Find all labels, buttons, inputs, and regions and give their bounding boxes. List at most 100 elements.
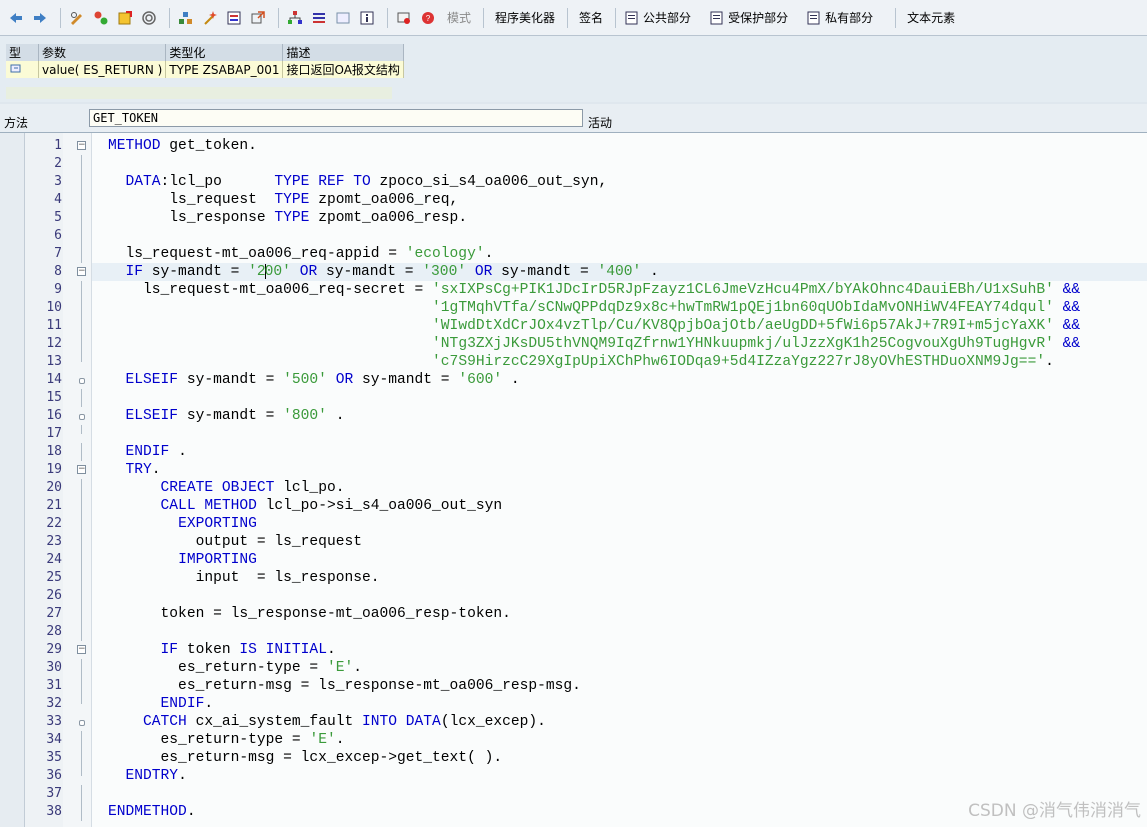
code-text[interactable]: 'WIwdDtXdCrJOx4vzTlp/Cu/KV8QpjbOajOtb/ae… xyxy=(108,317,1080,335)
code-text[interactable]: 'NTg3ZXjJKsDU5thVNQM9IqZfrnw1YHNkuupmkj/… xyxy=(108,335,1080,353)
code-text[interactable]: IF token IS INITIAL. xyxy=(108,641,336,659)
fold-toggle-icon[interactable]: − xyxy=(77,141,86,150)
code-text[interactable]: EXPORTING xyxy=(108,515,257,533)
code-line[interactable]: 29 − IF token IS INITIAL. xyxy=(0,641,1147,659)
object-list-button[interactable] xyxy=(224,6,244,30)
code-text[interactable]: CREATE OBJECT lcl_po. xyxy=(108,479,345,497)
code-line[interactable]: 30 es_return-type = 'E'. xyxy=(0,659,1147,677)
code-line[interactable]: 19 − TRY. xyxy=(0,461,1147,479)
code-text[interactable]: CALL METHOD lcl_po->si_s4_oa006_out_syn xyxy=(108,497,503,515)
code-text[interactable]: es_return-msg = lcx_excep->get_text( ). xyxy=(108,749,503,767)
magic-wand-button[interactable] xyxy=(200,6,220,30)
check-button[interactable] xyxy=(91,6,111,30)
code-text[interactable]: 'c7S9HirzcC29XgIpUpiXChPhw6IODqa9+5d4IZz… xyxy=(108,353,1054,371)
code-text[interactable]: METHOD get_token. xyxy=(108,137,257,155)
forward-button[interactable] xyxy=(30,6,50,30)
info-button[interactable] xyxy=(357,6,377,30)
pattern-button[interactable] xyxy=(309,6,329,30)
code-line[interactable]: 1 − METHOD get_token. xyxy=(0,137,1147,155)
code-text[interactable]: input = ls_response. xyxy=(108,569,380,587)
activate-button[interactable] xyxy=(115,6,135,30)
code-line[interactable]: 26 xyxy=(0,587,1147,605)
code-text[interactable]: ENDTRY. xyxy=(108,767,187,785)
text-elements-button[interactable]: 文本元素 xyxy=(902,6,957,30)
code-text[interactable]: token = ls_response-mt_oa006_resp-token. xyxy=(108,605,511,623)
code-line[interactable]: 21 CALL METHOD lcl_po->si_s4_oa006_out_s… xyxy=(0,497,1147,515)
column-header-typing[interactable]: 类型化 xyxy=(165,44,284,61)
code-text[interactable]: es_return-msg = ls_response-mt_oa006_res… xyxy=(108,677,581,695)
column-header-parameter[interactable]: 参数 xyxy=(38,44,167,61)
code-editor[interactable]: 1− METHOD get_token. 2 3 DATA:lcl_po TYPE R… xyxy=(0,132,1147,827)
fold-toggle-icon[interactable]: − xyxy=(77,267,86,276)
code-line[interactable]: 22 EXPORTING xyxy=(0,515,1147,533)
protected-section-button[interactable]: 受保护部分 xyxy=(707,6,790,30)
code-line[interactable]: 31 es_return-msg = ls_response-mt_oa006_… xyxy=(0,677,1147,695)
code-text[interactable]: ls_request TYPE zpomt_oa006_req, xyxy=(108,191,458,209)
column-header-type[interactable]: 型 xyxy=(6,44,39,61)
code-line[interactable]: 36 ENDTRY. xyxy=(0,767,1147,785)
code-line[interactable]: 16 ELSEIF sy-mandt = '800' . xyxy=(0,407,1147,425)
code-line[interactable]: 18 ENDIF . xyxy=(0,443,1147,461)
code-line[interactable]: 28 xyxy=(0,623,1147,641)
parameter-name-cell[interactable]: value( ES_RETURN ) xyxy=(38,61,167,78)
code-line[interactable]: 4 ls_request TYPE zpomt_oa006_req, xyxy=(0,191,1147,209)
code-line[interactable]: 15 xyxy=(0,389,1147,407)
code-line[interactable]: 8 − IF sy-mandt = '200' OR sy-mandt = '30… xyxy=(0,263,1147,281)
where-used-button[interactable] xyxy=(176,6,196,30)
code-text[interactable]: TRY. xyxy=(108,461,161,479)
signature-button[interactable]: 签名 xyxy=(574,6,605,30)
help-button[interactable]: ? xyxy=(418,6,438,30)
code-line[interactable]: 27 token = ls_response-mt_oa006_resp-tok… xyxy=(0,605,1147,623)
fold-toggle-icon[interactable]: − xyxy=(77,645,86,654)
code-line[interactable]: 17 xyxy=(0,425,1147,443)
test-button[interactable] xyxy=(139,6,159,30)
code-line[interactable]: 35 es_return-msg = lcx_excep->get_text( … xyxy=(0,749,1147,767)
column-header-description[interactable]: 描述 xyxy=(282,44,404,61)
code-text[interactable]: ELSEIF sy-mandt = '500' OR sy-mandt = '6… xyxy=(108,371,520,389)
code-line[interactable]: 20 CREATE OBJECT lcl_po. xyxy=(0,479,1147,497)
table-row[interactable]: value( ES_RETURN ) TYPE ZSABAP_001 接口返回O… xyxy=(6,61,404,78)
code-text[interactable]: ENDIF. xyxy=(108,695,214,713)
code-line[interactable]: 2 xyxy=(0,155,1147,173)
code-line[interactable]: 12 'NTg3ZXjJKsDU5thVNQM9IqZfrnw1YHNkuupm… xyxy=(0,335,1147,353)
parameter-typing-cell[interactable]: TYPE ZSABAP_001 xyxy=(165,61,284,78)
private-section-button[interactable]: 私有部分 xyxy=(804,6,875,30)
code-line[interactable]: 23 output = ls_request xyxy=(0,533,1147,551)
code-line[interactable]: 9 ls_request-mt_oa006_req-secret = 'sxIX… xyxy=(0,281,1147,299)
code-text[interactable]: ELSEIF sy-mandt = '800' . xyxy=(108,407,345,425)
code-line[interactable]: 7 ls_request-mt_oa006_req-appid = 'ecolo… xyxy=(0,245,1147,263)
code-line[interactable]: 25 input = ls_response. xyxy=(0,569,1147,587)
code-text[interactable]: IF sy-mandt = '200' OR sy-mandt = '300' … xyxy=(108,263,659,281)
code-text[interactable]: ls_request-mt_oa006_req-secret = 'sxIXPs… xyxy=(108,281,1080,299)
back-button[interactable] xyxy=(6,6,26,30)
code-text[interactable]: es_return-type = 'E'. xyxy=(108,731,345,749)
code-text[interactable]: '1gTMqhVTfa/sCNwQPPdqDz9x8c+hwTmRW1pQEj1… xyxy=(108,299,1080,317)
code-line[interactable]: 14 ELSEIF sy-mandt = '500' OR sy-mandt =… xyxy=(0,371,1147,389)
parameter-type-cell[interactable] xyxy=(6,61,39,78)
code-text[interactable]: ENDMETHOD. xyxy=(108,803,196,821)
code-text[interactable]: output = ls_request xyxy=(108,533,362,551)
transport-button[interactable] xyxy=(394,6,414,30)
code-text[interactable]: ls_response TYPE zpomt_oa006_resp. xyxy=(108,209,467,227)
parameter-description-cell[interactable]: 接口返回OA报文结构 xyxy=(282,61,404,78)
code-line[interactable]: 13 'c7S9HirzcC29XgIpUpiXChPhw6IODqa9+5d4… xyxy=(0,353,1147,371)
code-line[interactable]: 3 DATA:lcl_po TYPE REF TO zpoco_si_s4_oa… xyxy=(0,173,1147,191)
code-text[interactable]: ls_request-mt_oa006_req-appid = 'ecology… xyxy=(108,245,494,263)
hierarchy-button[interactable] xyxy=(285,6,305,30)
code-line[interactable]: 33 CATCH cx_ai_system_fault INTO DATA(lc… xyxy=(0,713,1147,731)
code-line[interactable]: 32 ENDIF. xyxy=(0,695,1147,713)
mode-button[interactable]: 模式 xyxy=(442,6,473,30)
code-text[interactable]: CATCH cx_ai_system_fault INTO DATA(lcx_e… xyxy=(108,713,546,731)
layout-button[interactable] xyxy=(333,6,353,30)
display-change-button[interactable] xyxy=(67,6,87,30)
code-text[interactable]: IMPORTING xyxy=(108,551,257,569)
code-text[interactable]: DATA:lcl_po TYPE REF TO zpoco_si_s4_oa00… xyxy=(108,173,608,191)
method-name-field[interactable]: GET_TOKEN xyxy=(89,109,583,127)
code-text[interactable]: es_return-type = 'E'. xyxy=(108,659,362,677)
code-line[interactable]: 5 ls_response TYPE zpomt_oa006_resp. xyxy=(0,209,1147,227)
code-line[interactable]: 10 '1gTMqhVTfa/sCNwQPPdqDz9x8c+hwTmRW1pQ… xyxy=(0,299,1147,317)
code-text[interactable]: ENDIF . xyxy=(108,443,187,461)
code-line[interactable]: 11 'WIwdDtXdCrJOx4vzTlp/Cu/KV8QpjbOajOtb… xyxy=(0,317,1147,335)
code-line[interactable]: 6 xyxy=(0,227,1147,245)
public-section-button[interactable]: 公共部分 xyxy=(622,6,693,30)
